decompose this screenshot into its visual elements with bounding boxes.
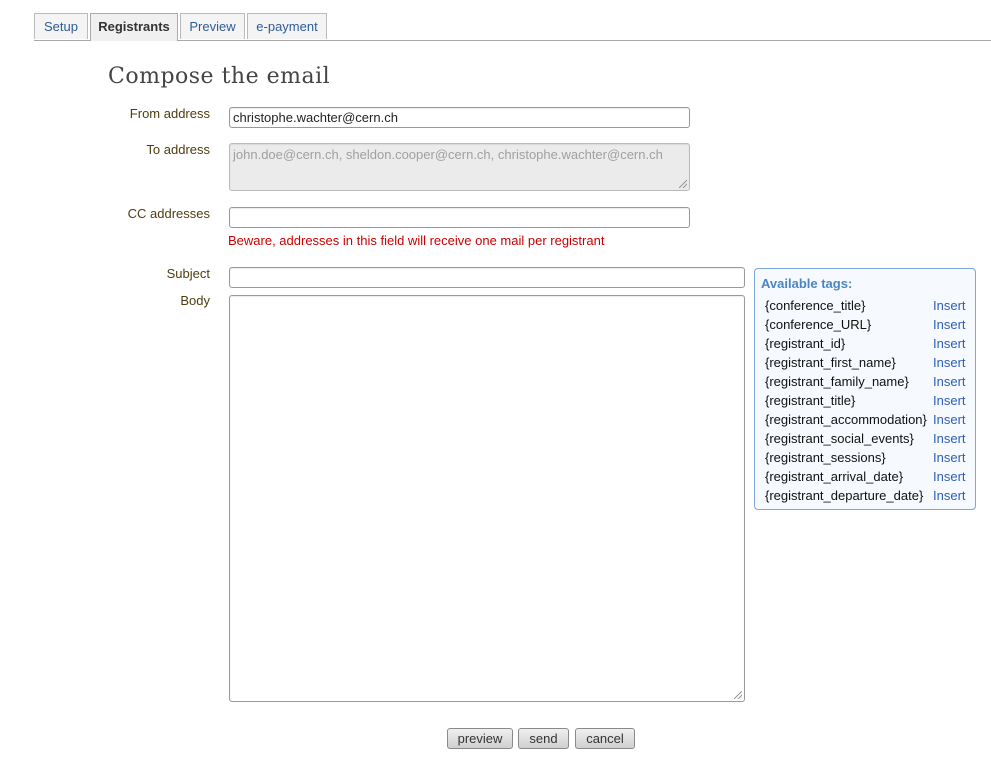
to-address-textarea: john.doe@cern.ch, sheldon.cooper@cern.ch…: [229, 143, 690, 191]
tag-row: {registrant_title} Insert: [765, 393, 970, 412]
preview-button[interactable]: preview: [447, 728, 513, 749]
tag-row: {registrant_social_events} Insert: [765, 431, 970, 450]
subject-input[interactable]: [229, 267, 745, 288]
insert-tag-link[interactable]: Insert: [933, 469, 966, 484]
tab-preview[interactable]: Preview: [180, 13, 245, 39]
cancel-button[interactable]: cancel: [575, 728, 635, 749]
tag-row: {registrant_accommodation} Insert: [765, 412, 970, 431]
tag-name: {registrant_departure_date}: [765, 488, 924, 503]
insert-tag-link[interactable]: Insert: [933, 488, 966, 503]
tag-row: {registrant_id} Insert: [765, 336, 970, 355]
tag-name: {registrant_sessions}: [765, 450, 886, 465]
tag-row: {registrant_arrival_date} Insert: [765, 469, 970, 488]
tag-name: {conference_URL}: [765, 317, 872, 332]
tag-name: {registrant_accommodation}: [765, 412, 927, 427]
tab-bar: Setup Registrants Preview e-payment: [34, 13, 991, 41]
page-title: Compose the email: [108, 64, 331, 89]
insert-tag-link[interactable]: Insert: [933, 355, 966, 370]
insert-tag-link[interactable]: Insert: [933, 393, 966, 408]
to-address-value: john.doe@cern.ch, sheldon.cooper@cern.ch…: [233, 147, 663, 162]
insert-tag-link[interactable]: Insert: [933, 431, 966, 446]
resize-handle-icon[interactable]: [734, 691, 742, 699]
tag-name: {registrant_family_name}: [765, 374, 909, 389]
cc-addresses-input[interactable]: [229, 207, 690, 228]
insert-tag-link[interactable]: Insert: [933, 374, 966, 389]
tab-e-payment[interactable]: e-payment: [247, 13, 327, 39]
tag-name: {registrant_arrival_date}: [765, 469, 904, 484]
tag-row: {registrant_departure_date} Insert: [765, 488, 970, 507]
to-address-label: To address: [146, 142, 210, 157]
body-label: Body: [180, 293, 210, 308]
tag-row: {registrant_first_name} Insert: [765, 355, 970, 374]
resize-handle-icon: [679, 180, 687, 188]
from-address-label: From address: [129, 106, 210, 121]
send-button[interactable]: send: [518, 728, 569, 749]
tag-name: {registrant_title}: [765, 393, 856, 408]
cc-addresses-label: CC addresses: [127, 206, 210, 221]
tag-name: {conference_title}: [765, 298, 866, 313]
available-tags-title: Available tags:: [761, 276, 853, 291]
available-tags-panel: Available tags: {conference_title} Inser…: [754, 268, 976, 510]
tag-row: {conference_title} Insert: [765, 298, 970, 317]
tag-name: {registrant_first_name}: [765, 355, 896, 370]
body-textarea[interactable]: [229, 295, 745, 702]
insert-tag-link[interactable]: Insert: [933, 412, 966, 427]
from-address-input[interactable]: [229, 107, 690, 128]
tag-row: {registrant_family_name} Insert: [765, 374, 970, 393]
insert-tag-link[interactable]: Insert: [933, 298, 966, 313]
compose-email-page: Setup Registrants Preview e-payment Comp…: [0, 0, 991, 760]
tag-name: {registrant_id}: [765, 336, 846, 351]
insert-tag-link[interactable]: Insert: [933, 336, 966, 351]
subject-label: Subject: [166, 266, 210, 281]
tag-row: {registrant_sessions} Insert: [765, 450, 970, 469]
insert-tag-link[interactable]: Insert: [933, 317, 966, 332]
tag-row: {conference_URL} Insert: [765, 317, 970, 336]
tab-registrants[interactable]: Registrants: [90, 13, 178, 41]
tab-setup[interactable]: Setup: [34, 13, 88, 39]
cc-warning-text: Beware, addresses in this field will rec…: [228, 233, 605, 248]
tag-name: {registrant_social_events}: [765, 431, 914, 446]
insert-tag-link[interactable]: Insert: [933, 450, 966, 465]
